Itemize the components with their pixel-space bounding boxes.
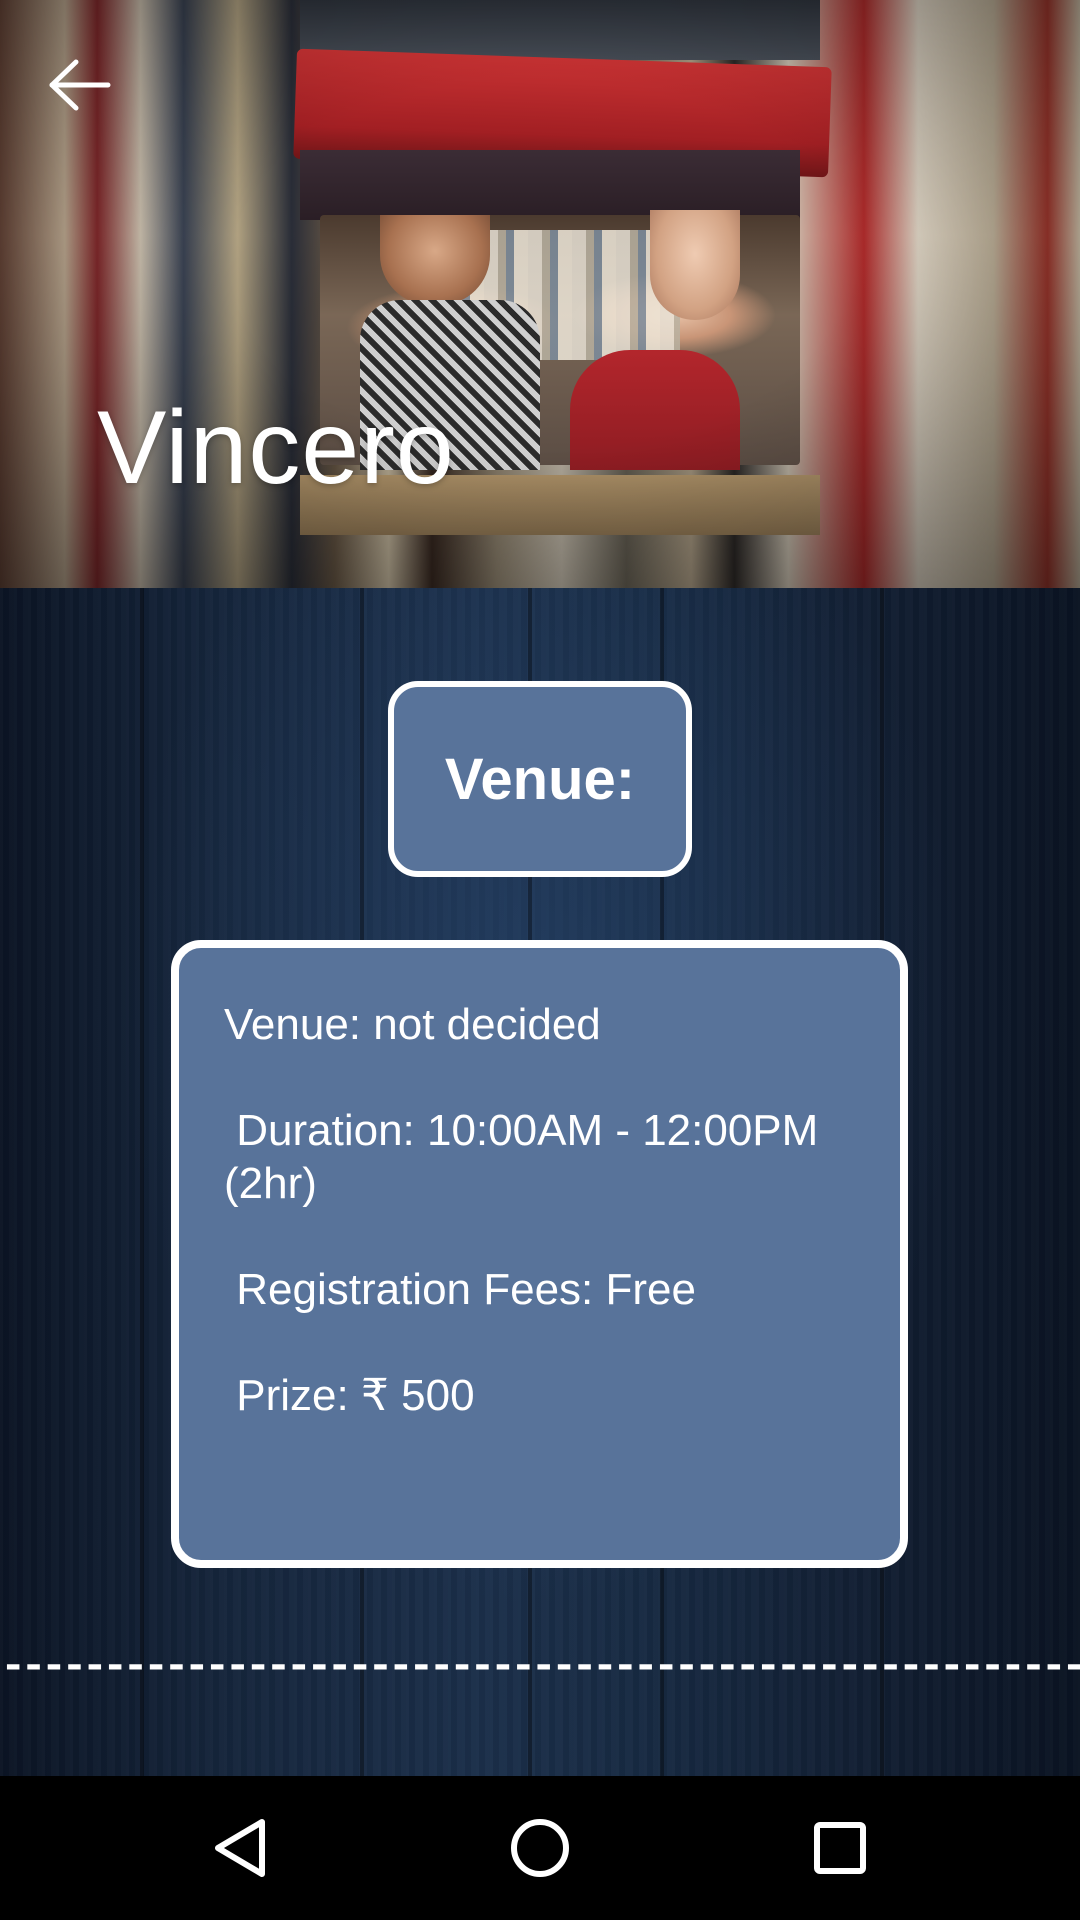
prize-detail: Prize: ₹ 500 xyxy=(224,1371,475,1420)
venue-heading-label: Venue: xyxy=(444,746,636,812)
page-title: Vincero xyxy=(97,390,455,506)
nav-home-button[interactable] xyxy=(490,1798,590,1898)
square-recents-icon xyxy=(814,1822,866,1874)
circle-home-icon xyxy=(511,1819,569,1877)
arrow-left-icon xyxy=(49,59,111,111)
dashed-divider: ----------------------------------------… xyxy=(0,1659,1080,1675)
event-details-card: Venue: not decided Duration: 10:00AM - 1… xyxy=(171,940,908,1568)
event-detail-screen: Vincero Venue: Venue: not decided Durati… xyxy=(0,0,1080,1920)
venue-detail: Venue: not decided xyxy=(224,1000,601,1049)
system-navigation-bar xyxy=(0,1776,1080,1920)
back-button[interactable] xyxy=(40,50,120,120)
nav-recents-button[interactable] xyxy=(790,1798,890,1898)
duration-detail: Duration: 10:00AM - 12:00PM (2hr) xyxy=(224,1106,831,1208)
venue-heading-box: Venue: xyxy=(388,681,692,877)
triangle-back-icon xyxy=(215,1819,265,1877)
registration-fees-detail: Registration Fees: Free xyxy=(224,1265,696,1314)
header-banner-image: Vincero xyxy=(0,0,1080,588)
nav-back-button[interactable] xyxy=(190,1798,290,1898)
